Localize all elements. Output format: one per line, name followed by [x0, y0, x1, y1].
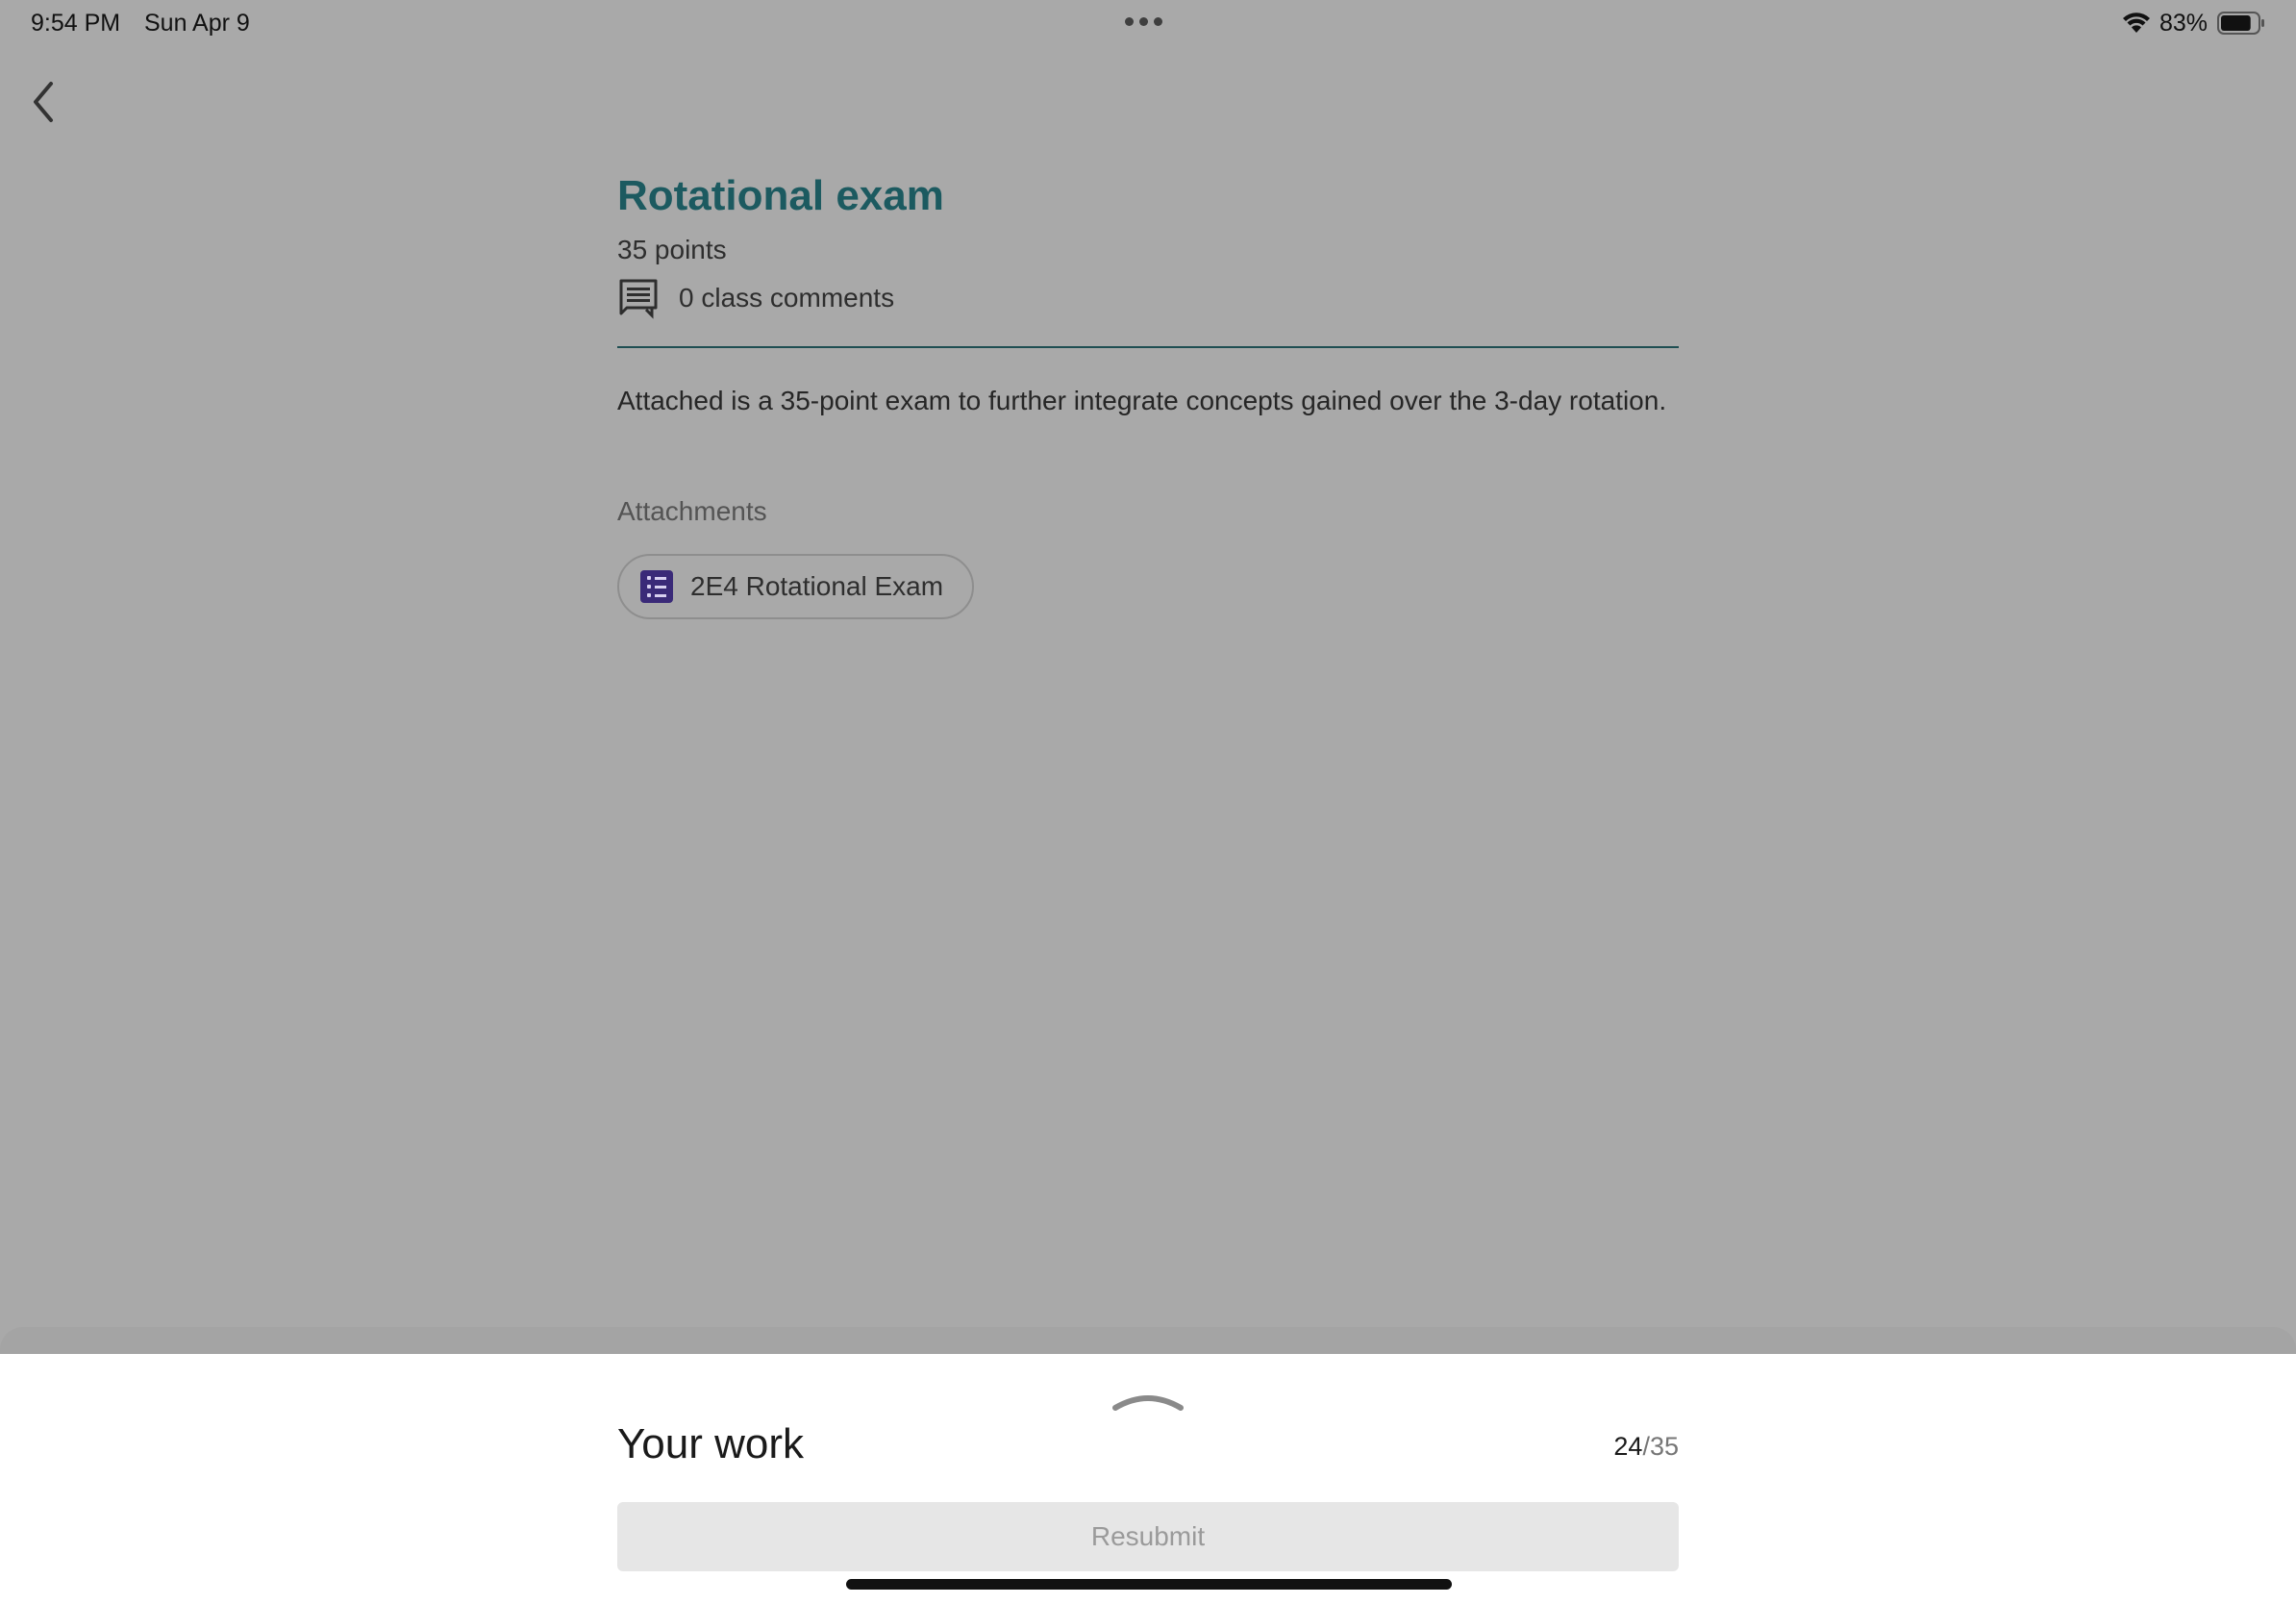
status-date: Sun Apr 9 [144, 10, 250, 37]
assignment-details: Rotational exam 35 points 0 class commen… [617, 163, 1679, 619]
back-button[interactable] [21, 75, 65, 129]
attachment-label: 2E4 Rotational Exam [690, 571, 944, 601]
chevron-left-icon [34, 82, 53, 122]
attachment-chip[interactable]: 2E4 Rotational Exam [617, 554, 975, 619]
wifi-icon [2123, 13, 2150, 33]
sheet-shadow [0, 1327, 2296, 1356]
attachments-heading: Attachments [617, 496, 767, 526]
your-work-heading: Your work [617, 1420, 805, 1467]
chevron-up-icon[interactable] [1111, 1389, 1185, 1414]
class-comments-label: 0 class comments [679, 283, 895, 313]
battery-percent: 83% [2159, 10, 2209, 37]
status-time: 9:54 PM [31, 10, 121, 37]
your-work-sheet: Your work 24/35 Resubmit [0, 1354, 2296, 1604]
comment-icon [619, 279, 658, 319]
status-bar: 9:54 PM Sun Apr 9 83% [0, 0, 2296, 46]
multitasking-dots-icon[interactable] [1125, 17, 1162, 26]
home-indicator[interactable] [846, 1579, 1452, 1590]
grade-separator: / [1642, 1432, 1650, 1461]
divider [617, 346, 1679, 348]
grade: 24/35 [1613, 1429, 1679, 1464]
grade-total: 35 [1649, 1432, 1679, 1461]
battery-icon [2217, 12, 2264, 35]
class-comments-link[interactable]: 0 class comments [617, 277, 1679, 319]
assignment-description: Attached is a 35-point exam to further i… [617, 386, 1667, 415]
assignment-points: 35 points [617, 235, 727, 264]
google-forms-icon [640, 570, 673, 603]
assignment-title: Rotational exam [617, 172, 944, 219]
resubmit-button[interactable]: Resubmit [617, 1502, 1679, 1571]
grade-value: 24 [1613, 1432, 1643, 1461]
